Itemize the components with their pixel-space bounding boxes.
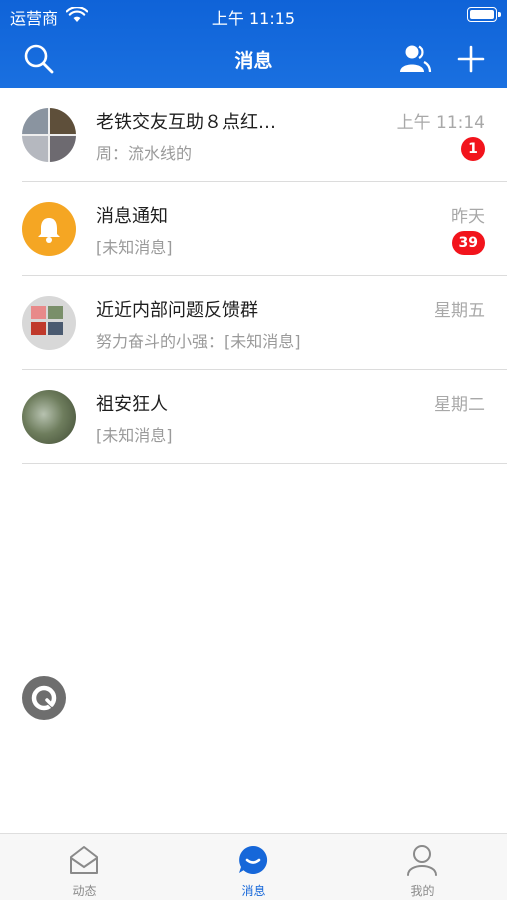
floating-action-button[interactable] <box>22 676 66 720</box>
tab-bar: 动态 消息 我的 <box>0 833 507 900</box>
conversation-title: 近近内部问题反馈群 <box>96 300 258 321</box>
unread-badge: 1 <box>461 137 485 161</box>
conversation-row[interactable]: 近近内部问题反馈群 努力奋斗的小强：[未知消息] 星期五 <box>0 276 507 370</box>
tab-dynamics[interactable]: 动态 <box>0 834 169 900</box>
person-icon <box>407 845 437 876</box>
conversation-title: 老铁交友互助８点红… <box>96 112 276 133</box>
conversation-preview: 努力奋斗的小强：[未知消息] <box>96 332 301 351</box>
conversation-time: 上午 11:14 <box>396 113 485 133</box>
conversation-row[interactable]: 消息通知 [未知消息] 昨天 39 <box>0 182 507 276</box>
user-avatar <box>22 390 76 444</box>
tab-profile[interactable]: 我的 <box>338 834 507 900</box>
status-bar: 运营商 上午 11:15 <box>0 0 507 30</box>
conversation-time: 星期二 <box>434 395 485 415</box>
tab-label: 动态 <box>72 884 97 898</box>
battery-icon <box>467 7 501 22</box>
notification-avatar <box>22 202 76 256</box>
conversation-preview: [未知消息] <box>96 238 173 257</box>
status-time: 上午 11:15 <box>211 9 296 28</box>
conversation-time: 星期五 <box>434 301 485 321</box>
conversation-row[interactable]: 祖安狂人 [未知消息] 星期二 <box>0 370 507 464</box>
tab-label: 消息 <box>241 884 266 898</box>
conversation-title: 祖安狂人 <box>96 394 168 415</box>
tab-messages[interactable]: 消息 <box>169 834 338 900</box>
contacts-icon[interactable] <box>398 42 432 76</box>
home-icon <box>70 846 98 874</box>
group-avatar <box>22 108 76 162</box>
group-avatar <box>22 296 76 350</box>
tab-label: 我的 <box>410 884 435 898</box>
q-logo-icon <box>31 685 57 711</box>
conversation-preview: [未知消息] <box>96 426 173 445</box>
bell-icon <box>38 218 60 243</box>
add-icon[interactable] <box>454 42 488 76</box>
header-bar: 运营商 上午 11:15 消息 <box>0 0 507 88</box>
navigation-bar: 消息 <box>0 30 507 88</box>
conversation-list: 老铁交友互助８点红… 周：流水线的 上午 11:14 1 消息通知 [未知消息]… <box>0 88 507 464</box>
conversation-time: 昨天 <box>451 207 485 227</box>
conversation-preview: 周：流水线的 <box>96 144 193 163</box>
unread-badge: 39 <box>451 231 485 255</box>
conversation-title: 消息通知 <box>96 206 168 227</box>
conversation-row[interactable]: 老铁交友互助８点红… 周：流水线的 上午 11:14 1 <box>0 88 507 182</box>
chat-bubble-icon <box>239 845 268 874</box>
